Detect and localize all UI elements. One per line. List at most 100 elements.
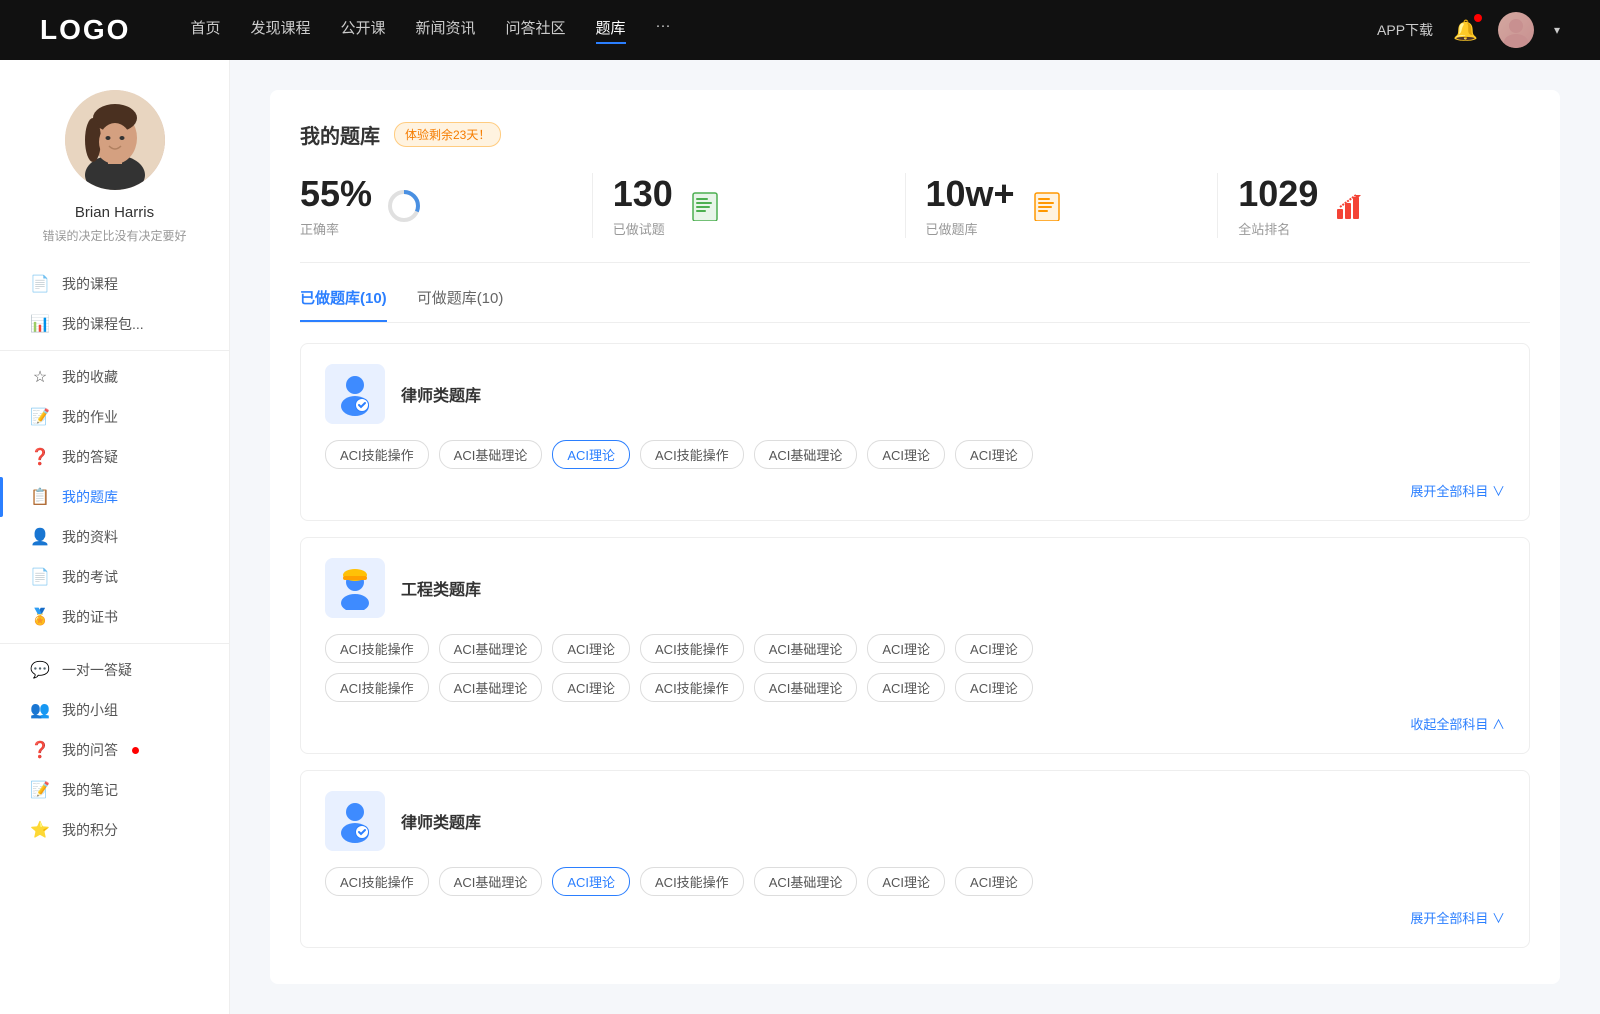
qbank-tag-0-6[interactable]: ACI理论 (955, 440, 1033, 469)
qbank-tag-1-r2-1[interactable]: ACI基础理论 (439, 673, 543, 702)
myqa-dot (132, 747, 139, 754)
qbank-icon-2 (325, 791, 385, 851)
qbank-tag-1-r2-6[interactable]: ACI理论 (955, 673, 1033, 702)
sidebar-item-group[interactable]: 👥 我的小组 (0, 690, 229, 730)
qbank-tag-1-r2-5[interactable]: ACI理论 (867, 673, 945, 702)
nav-news[interactable]: 新闻资讯 (416, 17, 476, 44)
qbank-tag-2-2[interactable]: ACI理论 (552, 867, 630, 896)
nav-opencourse[interactable]: 公开课 (340, 17, 385, 44)
sidebar-item-mycourse[interactable]: 📄 我的课程 (0, 264, 229, 304)
stat-accuracy-label: 正确率 (300, 219, 372, 238)
expand-link-0[interactable]: 展开全部科目 ∨ (1410, 481, 1505, 500)
sidebar-item-cert[interactable]: 🏅 我的证书 (0, 597, 229, 637)
qbank-tag-1-r2-4[interactable]: ACI基础理论 (754, 673, 858, 702)
stats-row: 55% 正确率 130 已做试题 (300, 173, 1530, 263)
nav-qbank[interactable]: 题库 (596, 17, 626, 44)
qbank-title-1: 工程类题库 (401, 576, 481, 600)
stat-banks-value-group: 10w+ 已做题库 (926, 173, 1015, 238)
qbank-icon: 📋 (30, 487, 50, 507)
sidebar-item-favorites[interactable]: ☆ 我的收藏 (0, 357, 229, 397)
nav-discover[interactable]: 发现课程 (250, 17, 310, 44)
qbank-tag-1-0[interactable]: ACI技能操作 (325, 634, 429, 663)
qbank-icon-1 (325, 558, 385, 618)
tab-done-banks[interactable]: 已做题库(10) (300, 287, 387, 322)
sidebar-item-coursepack[interactable]: 📊 我的课程包... (0, 304, 229, 344)
sidebar: Brian Harris 错误的决定比没有决定要好 📄 我的课程 📊 我的课程包… (0, 60, 230, 1014)
qbank-tag-1-2[interactable]: ACI理论 (552, 634, 630, 663)
sidebar-menu: 📄 我的课程 📊 我的课程包... ☆ 我的收藏 📝 我的作业 ❓ 我的答疑 � (0, 264, 229, 850)
sidebar-item-exam[interactable]: 📄 我的考试 (0, 557, 229, 597)
coursepack-icon: 📊 (30, 314, 50, 334)
qbank-tag-1-5[interactable]: ACI理论 (867, 634, 945, 663)
qbank-tag-0-4[interactable]: ACI基础理论 (754, 440, 858, 469)
divider-2 (0, 643, 229, 644)
nav-qa[interactable]: 问答社区 (506, 17, 566, 44)
qbank-tag-1-3[interactable]: ACI技能操作 (640, 634, 744, 663)
cert-icon: 🏅 (30, 607, 50, 627)
qbank-tag-0-0[interactable]: ACI技能操作 (325, 440, 429, 469)
qbank-tag-1-r2-2[interactable]: ACI理论 (552, 673, 630, 702)
stat-ranking-label: 全站排名 (1238, 219, 1318, 238)
sidebar-item-notes-label: 我的笔记 (62, 780, 118, 800)
expand-link-2[interactable]: 展开全部科目 ∨ (1410, 908, 1505, 927)
tab-available-banks[interactable]: 可做题库(10) (417, 287, 504, 322)
qbank-tag-1-4[interactable]: ACI基础理论 (754, 634, 858, 663)
sidebar-item-points[interactable]: ⭐ 我的积分 (0, 810, 229, 850)
qbank-tag-2-4[interactable]: ACI基础理论 (754, 867, 858, 896)
sidebar-item-notes[interactable]: 📝 我的笔记 (0, 770, 229, 810)
page-title: 我的题库 (300, 120, 380, 149)
collapse-link-1[interactable]: 收起全部科目 ∧ (1410, 714, 1505, 733)
qbank-tag-2-1[interactable]: ACI基础理论 (439, 867, 543, 896)
qbank-title-0: 律师类题库 (401, 382, 481, 406)
qbank-tags-row2-1: ACI技能操作 ACI基础理论 ACI理论 ACI技能操作 ACI基础理论 AC… (325, 673, 1505, 702)
sidebar-motto: 错误的决定比没有决定要好 (22, 227, 206, 244)
sidebar-item-myqa[interactable]: ❓ 我的问答 (0, 730, 229, 770)
nav-more[interactable]: ··· (656, 17, 671, 44)
sidebar-item-qa[interactable]: ❓ 我的答疑 (0, 437, 229, 477)
qbank-tag-1-r2-3[interactable]: ACI技能操作 (640, 673, 744, 702)
sidebar-item-group-label: 我的小组 (62, 700, 118, 720)
qbank-tag-2-6[interactable]: ACI理论 (955, 867, 1033, 896)
sidebar-item-profile[interactable]: 👤 我的资料 (0, 517, 229, 557)
notification-bell[interactable]: 🔔 (1453, 18, 1478, 43)
qbank-footer-1: 收起全部科目 ∧ (325, 714, 1505, 733)
stat-ranking-value-group: 1029 全站排名 (1238, 173, 1318, 238)
sidebar-item-homework-label: 我的作业 (62, 407, 118, 427)
qbank-tag-2-0[interactable]: ACI技能操作 (325, 867, 429, 896)
qbank-tag-0-3[interactable]: ACI技能操作 (640, 440, 744, 469)
notification-badge (1474, 14, 1482, 22)
points-icon: ⭐ (30, 820, 50, 840)
profile-icon: 👤 (30, 527, 50, 547)
trial-badge: 体验剩余23天！ (394, 122, 501, 147)
1on1-icon: 💬 (30, 660, 50, 680)
qbank-tag-1-1[interactable]: ACI基础理论 (439, 634, 543, 663)
qbank-footer-0: 展开全部科目 ∨ (325, 481, 1505, 500)
qbank-tag-2-3[interactable]: ACI技能操作 (640, 867, 744, 896)
qbank-tags-0: ACI技能操作 ACI基础理论 ACI理论 ACI技能操作 ACI基础理论 AC… (325, 440, 1505, 469)
sidebar-item-1on1[interactable]: 💬 一对一答疑 (0, 650, 229, 690)
stat-questions-label: 已做试题 (613, 219, 673, 238)
qbank-tag-0-1[interactable]: ACI基础理论 (439, 440, 543, 469)
nav-home[interactable]: 首页 (190, 17, 220, 44)
qbank-tag-1-r2-0[interactable]: ACI技能操作 (325, 673, 429, 702)
qbank-icon-0 (325, 364, 385, 424)
qbank-tag-1-6[interactable]: ACI理论 (955, 634, 1033, 663)
sidebar-item-profile-label: 我的资料 (62, 527, 118, 547)
qbank-tag-2-5[interactable]: ACI理论 (867, 867, 945, 896)
divider-1 (0, 350, 229, 351)
page-title-row: 我的题库 体验剩余23天！ (300, 120, 1530, 149)
stat-ranking-icon (1332, 188, 1368, 224)
app-download-button[interactable]: APP下载 (1377, 20, 1433, 40)
qbank-tag-0-5[interactable]: ACI理论 (867, 440, 945, 469)
stat-accuracy-value: 55% (300, 173, 372, 215)
sidebar-item-homework[interactable]: 📝 我的作业 (0, 397, 229, 437)
sidebar-item-qbank[interactable]: 📋 我的题库 (0, 477, 229, 517)
user-avatar[interactable] (1498, 12, 1534, 48)
avatar-placeholder (1498, 12, 1534, 48)
stat-questions-value: 130 (613, 173, 673, 215)
sidebar-item-1on1-label: 一对一答疑 (62, 660, 132, 680)
user-dropdown-arrow[interactable]: ▾ (1554, 23, 1560, 37)
qbank-tag-0-2[interactable]: ACI理论 (552, 440, 630, 469)
qbank-footer-2: 展开全部科目 ∨ (325, 908, 1505, 927)
navbar: LOGO 首页 发现课程 公开课 新闻资讯 问答社区 题库 ··· APP下载 … (0, 0, 1600, 60)
